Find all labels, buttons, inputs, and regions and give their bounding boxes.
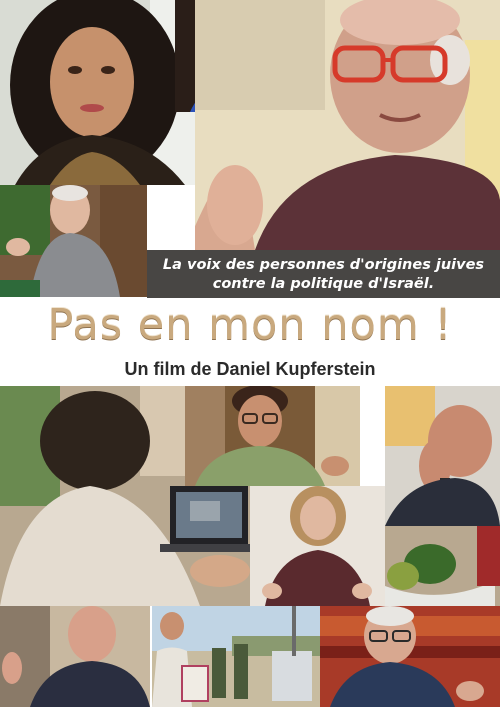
film-poster: La voix des personnes d'origines juives … — [0, 0, 500, 707]
photo-man-red-glasses — [195, 0, 500, 250]
photo-woman-blonde — [250, 486, 385, 606]
film-credit: Un film de Daniel Kupferstein — [124, 359, 376, 379]
photo-man-hand-on-head — [385, 386, 500, 526]
tagline-band: La voix des personnes d'origines juives … — [147, 250, 500, 298]
photo-man-grey-sweater — [0, 185, 147, 297]
photo-man-glasses-rug — [320, 606, 500, 707]
photo-fruit-bowl — [385, 526, 500, 606]
photo-woman-glasses-green — [185, 386, 360, 486]
tagline-line-2: contre la politique d'Israël. — [212, 276, 435, 292]
photo-bald-man-bottom — [0, 606, 150, 707]
tagline-line-1: La voix des personnes d'origines juives — [162, 257, 485, 273]
photo-street-protest — [152, 606, 320, 707]
photo-woman-curly-hair — [0, 0, 195, 185]
film-title: Pas en mon nom ! — [47, 300, 453, 350]
